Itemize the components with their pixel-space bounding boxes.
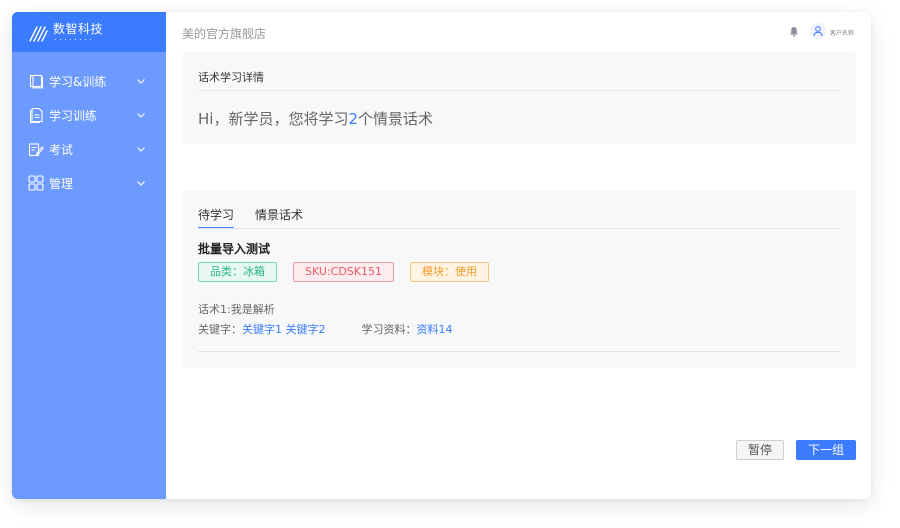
detail-card: 话术学习详情 Hi，新学员，您将学习2个情景话术 [182,52,856,144]
keyword-link[interactable]: 关键字2 [286,323,326,336]
greeting-suffix: 个情景话术 [358,110,434,128]
brand-name: 数智科技 [53,22,104,36]
greeting-text: Hi，新学员，您将学习2个情景话术 [198,108,433,129]
brand-subline [53,38,95,41]
divider [198,90,840,91]
keyword-row: 关键字：关键字1 关键字2 学习资料：资料14 [198,321,453,337]
client-name[interactable]: 客户名称 [830,28,854,37]
script-analysis: 话术1:我是解析 [198,303,275,316]
sidebar-item-study-training[interactable]: 学习&训练 [12,64,166,98]
keyword-link[interactable]: 关键字1 [242,323,282,336]
study-card: 待学习 情景话术 批量导入测试 品类：冰箱 SKU:CDSK151 模块：使用 … [182,190,856,368]
store-name: 美的官方旗舰店 [182,27,267,41]
chevron-down-icon [137,79,145,84]
materials-link[interactable]: 资料14 [417,323,453,336]
divider [198,351,840,352]
sidebar-item-label: 管理 [49,176,74,191]
user-icon [813,26,823,37]
bell-icon[interactable] [789,26,799,37]
grid-icon [28,175,44,191]
brand[interactable]: 数智科技 [12,12,166,52]
greeting-count: 2 [348,110,358,128]
module-tag: 模块：使用 [410,262,489,282]
divider [198,228,840,229]
sku-tag: SKU:CDSK151 [293,262,394,282]
item-title: 批量导入测试 [198,242,271,256]
chevron-down-icon [137,181,145,186]
sidebar-item-label: 学习&训练 [49,74,107,89]
materials-label: 学习资料： [361,323,417,336]
chevron-down-icon [137,147,145,152]
sidebar-menu: 学习&训练 学习训练 考试 管理 [12,64,166,200]
app-window: 数智科技 学习&训练 学习训练 考试 管理 美的官方旗舰店 客户名称 话术学习详… [12,12,871,499]
category-tag: 品类：冰箱 [198,262,277,282]
sidebar-item-label: 考试 [49,142,74,157]
book-icon [28,73,44,89]
avatar[interactable] [810,23,826,39]
sidebar-item-exam[interactable]: 考试 [12,132,166,166]
sidebar-item-learning[interactable]: 学习训练 [12,98,166,132]
greeting-prefix: Hi，新学员，您将学习 [198,110,349,128]
tab-scenario-scripts[interactable]: 情景话术 [255,206,303,228]
pause-button[interactable]: 暂停 [736,440,784,460]
exam-icon [28,141,44,157]
main-content: 美的官方旗舰店 客户名称 话术学习详情 Hi，新学员，您将学习2个情景话术 待学… [166,12,871,499]
brand-logo-icon [29,26,48,42]
sidebar: 数智科技 学习&训练 学习训练 考试 管理 [12,12,166,499]
chevron-down-icon [137,113,145,118]
top-bar: 美的官方旗舰店 客户名称 [166,12,871,52]
tab-pending[interactable]: 待学习 [198,206,235,229]
detail-title: 话术学习详情 [198,71,264,84]
keywords-label: 关键字： [198,323,242,336]
tab-bar: 待学习 情景话术 [198,206,324,229]
document-icon [28,107,44,123]
next-group-button[interactable]: 下一组 [796,440,856,460]
sidebar-item-label: 学习训练 [49,108,98,123]
sidebar-item-manage[interactable]: 管理 [12,166,166,200]
tag-list: 品类：冰箱 SKU:CDSK151 模块：使用 [198,262,505,282]
